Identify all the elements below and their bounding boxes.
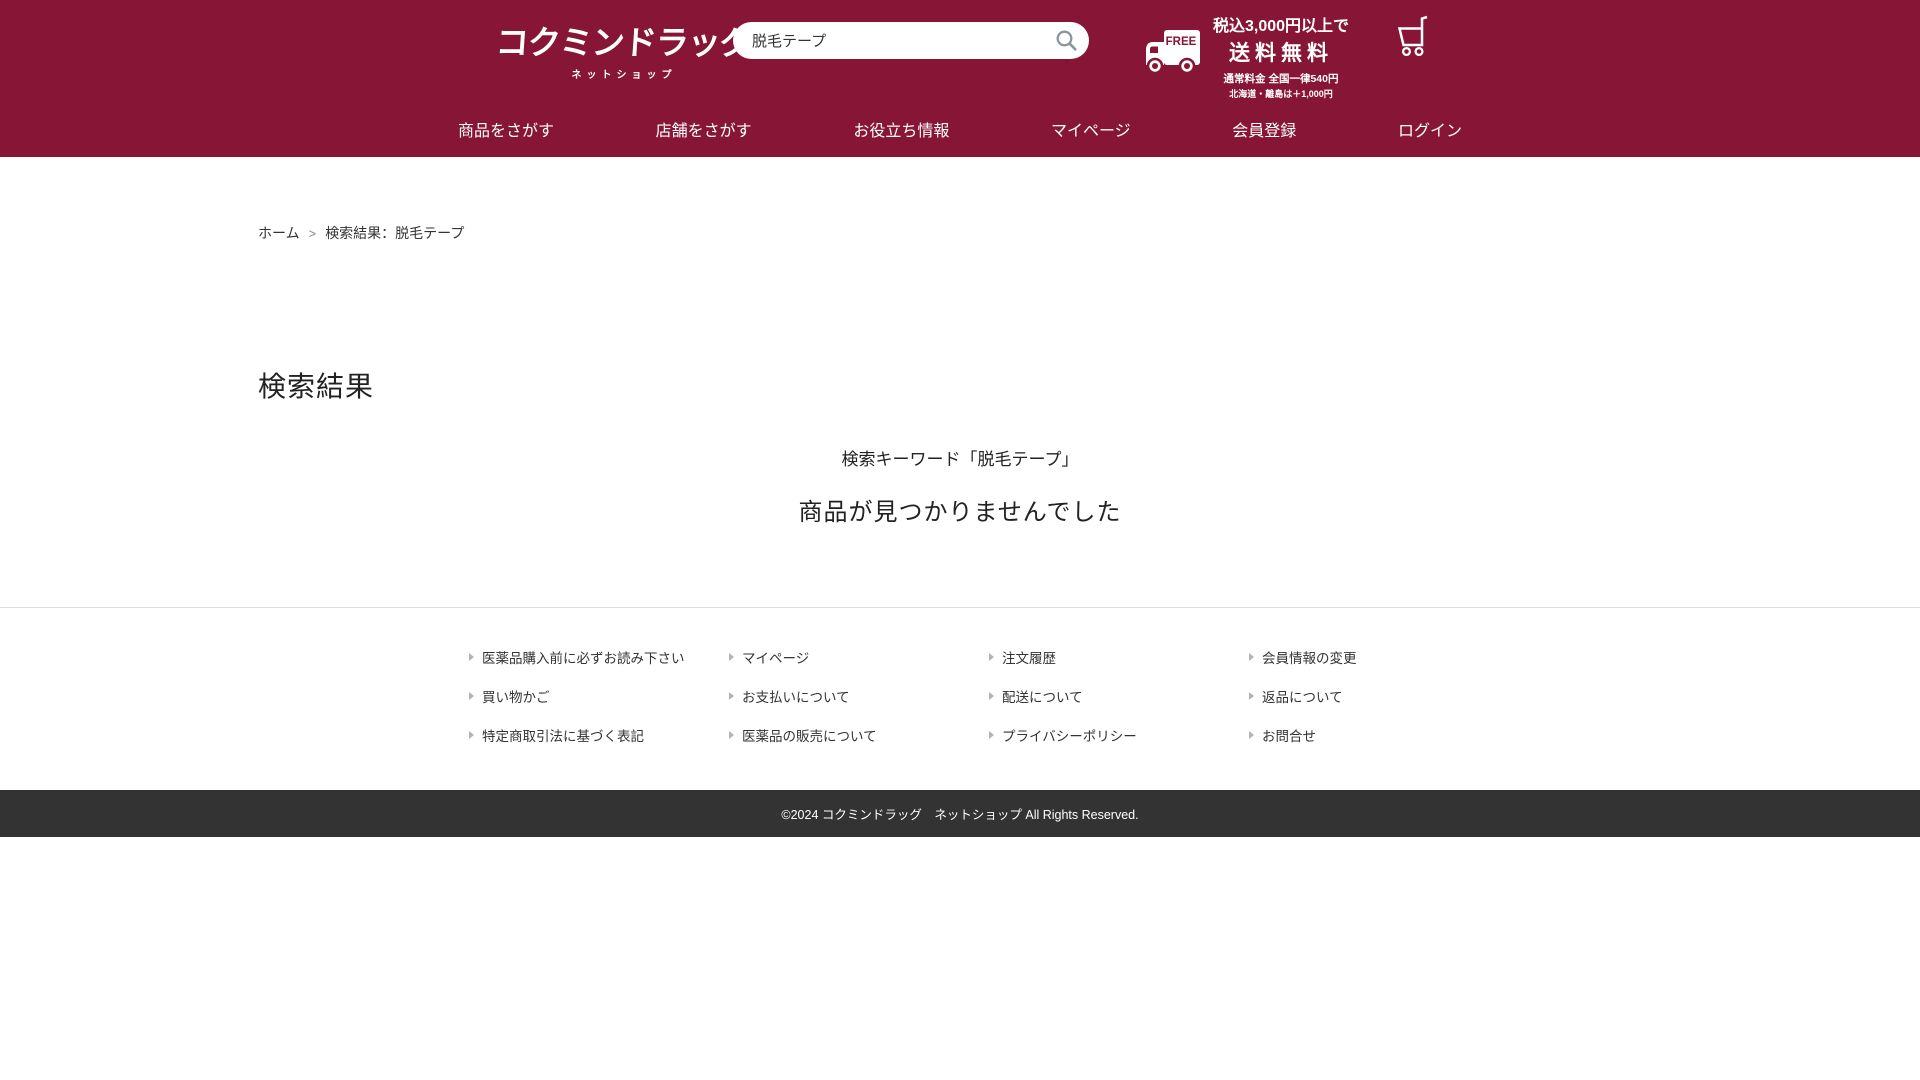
footer-column-4: 会員情報の変更 返品について お問合せ <box>1220 647 1480 790</box>
arrow-right-icon <box>989 731 994 739</box>
footer-column-3: 注文履歴 配送について プライバシーポリシー <box>960 647 1220 790</box>
footer-link-returns[interactable]: 返品について <box>1249 686 1480 706</box>
search-button[interactable] <box>1055 29 1078 52</box>
search-bar <box>733 22 1089 59</box>
header-top-row: コクミンドラッグ ネットショップ <box>460 0 1460 100</box>
footer-link-delivery[interactable]: 配送について <box>989 686 1220 706</box>
shipping-free-label: 送料無料 <box>1208 37 1354 67</box>
breadcrumb-home-link[interactable]: ホーム <box>258 225 300 241</box>
site-footer: 医薬品購入前に必ずお読み下さい 買い物かご 特定商取引法に基づく表記 マイページ… <box>0 607 1920 837</box>
arrow-right-icon <box>989 653 994 661</box>
arrow-right-icon <box>729 692 734 700</box>
nav-item-login[interactable]: ログイン <box>1398 117 1462 141</box>
main-nav: 商品をさがす 店舗をさがす お役立ち情報 マイページ 会員登録 ログイン <box>458 100 1462 157</box>
shipping-condition: 税込3,000円以上で <box>1208 12 1354 36</box>
cart-icon <box>1392 46 1432 61</box>
free-shipping-banner: FREE 税込3,000円以上で 送料無料 通常料金 全国一律540円 北海道・… <box>1140 12 1354 100</box>
arrow-right-icon <box>469 653 474 661</box>
arrow-right-icon <box>1249 692 1254 700</box>
arrow-right-icon <box>1249 653 1254 661</box>
arrow-right-icon <box>1249 731 1254 739</box>
copyright-text: ©2024 コクミンドラッグ ネットショップ All Rights Reserv… <box>781 804 1138 823</box>
breadcrumb-separator: > <box>309 226 317 241</box>
footer-column-1: 医薬品購入前に必ずお読み下さい 買い物かご 特定商取引法に基づく表記 <box>440 647 700 790</box>
footer-link-payment[interactable]: お支払いについて <box>729 686 960 706</box>
nav-item-useful-info[interactable]: お役立ち情報 <box>853 117 949 141</box>
search-icon <box>1055 40 1078 55</box>
main-content: ホーム > 検索結果：脱毛テープ 検索結果 検索キーワード「脱毛テープ」 商品が見つ… <box>258 157 1662 607</box>
arrow-right-icon <box>729 653 734 661</box>
shipping-text: 税込3,000円以上で 送料無料 通常料金 全国一律540円 北海道・離島は＋1… <box>1208 12 1354 100</box>
footer-link-order-history[interactable]: 注文履歴 <box>989 647 1220 667</box>
search-keyword-line: 検索キーワード「脱毛テープ」 <box>258 445 1662 470</box>
logo-subtitle: ネットショップ <box>496 66 752 81</box>
breadcrumb: ホーム > 検索結果：脱毛テープ <box>258 223 1662 243</box>
nav-item-register[interactable]: 会員登録 <box>1232 117 1296 141</box>
footer-links: 医薬品購入前に必ずお読み下さい 買い物かご 特定商取引法に基づく表記 マイページ… <box>440 608 1480 790</box>
nav-item-find-products[interactable]: 商品をさがす <box>458 117 554 141</box>
footer-link-commercial-law[interactable]: 特定商取引法に基づく表記 <box>469 725 700 745</box>
delivery-truck-icon: FREE <box>1140 26 1202 81</box>
logo-title: コクミンドラッグ <box>494 16 753 64</box>
footer-link-member-info[interactable]: 会員情報の変更 <box>1249 647 1480 667</box>
page-title: 検索結果 <box>258 365 1662 405</box>
free-badge-text: FREE <box>1166 36 1197 48</box>
shipping-normal-fee: 通常料金 全国一律540円 <box>1208 71 1354 86</box>
cart-button[interactable] <box>1392 14 1432 61</box>
footer-link-drug-sales[interactable]: 医薬品の販売について <box>729 725 960 745</box>
footer-link-drug-notice[interactable]: 医薬品購入前に必ずお読み下さい <box>469 647 700 667</box>
footer-column-2: マイページ お支払いについて 医薬品の販売について <box>700 647 960 790</box>
shipping-remote-fee: 北海道・離島は＋1,000円 <box>1208 87 1354 100</box>
site-header: コクミンドラッグ ネットショップ <box>0 0 1920 157</box>
footer-link-my-page[interactable]: マイページ <box>729 647 960 667</box>
footer-link-privacy-policy[interactable]: プライバシーポリシー <box>989 725 1220 745</box>
nav-item-find-stores[interactable]: 店舗をさがす <box>656 117 752 141</box>
arrow-right-icon <box>469 731 474 739</box>
search-input[interactable] <box>733 22 1089 59</box>
footer-link-contact[interactable]: お問合せ <box>1249 725 1480 745</box>
footer-link-shopping-cart[interactable]: 買い物かご <box>469 686 700 706</box>
no-results-message: 商品が見つかりませんでした <box>258 492 1662 527</box>
nav-item-my-page[interactable]: マイページ <box>1051 117 1131 141</box>
arrow-right-icon <box>729 731 734 739</box>
arrow-right-icon <box>989 692 994 700</box>
arrow-right-icon <box>469 692 474 700</box>
breadcrumb-current: 検索結果：脱毛テープ <box>325 225 464 241</box>
site-logo[interactable]: コクミンドラッグ ネットショップ <box>496 16 752 81</box>
copyright-bar: ©2024 コクミンドラッグ ネットショップ All Rights Reserv… <box>0 790 1920 837</box>
